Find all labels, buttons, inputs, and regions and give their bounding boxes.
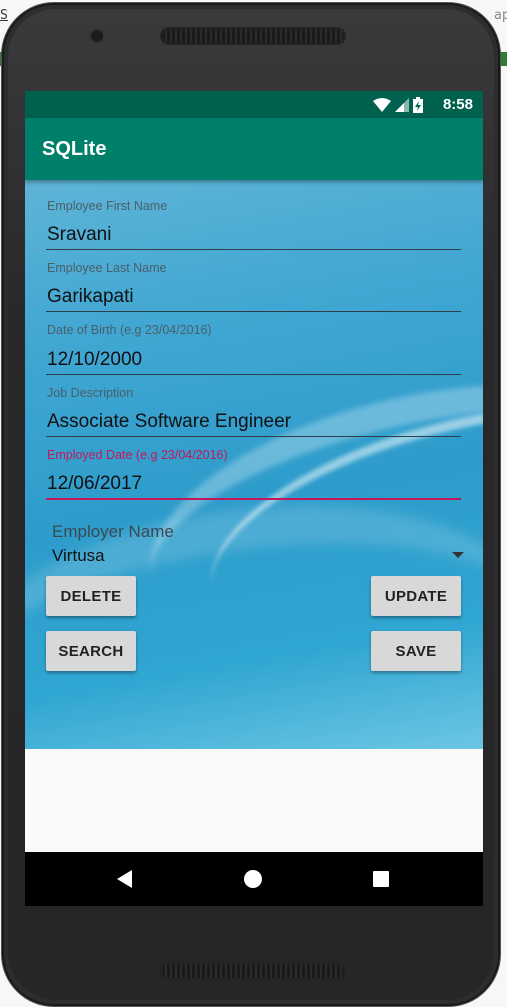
save-button[interactable]: SAVE (371, 631, 461, 671)
bottom-speaker-grille (162, 964, 344, 978)
back-icon[interactable] (116, 870, 134, 888)
front-camera (91, 30, 103, 42)
employer-spinner-value: Virtusa (52, 546, 105, 565)
background-marker (500, 52, 507, 66)
dob-underline (46, 374, 461, 375)
dob-input[interactable]: 12/10/2000 (47, 349, 142, 371)
status-icons (373, 96, 423, 114)
last-name-input[interactable]: Garikapati (47, 286, 134, 308)
employed-date-label: Employed Date (e.g 23/04/2016) (47, 448, 228, 462)
app-title: SQLite (42, 138, 107, 160)
first-name-input[interactable]: Sravani (47, 224, 111, 246)
navigation-bar (25, 852, 483, 906)
status-time: 8:58 (442, 96, 473, 113)
recents-icon[interactable] (373, 871, 389, 887)
signal-icon (395, 98, 409, 112)
background-text-fragment: ap (494, 8, 507, 23)
battery-charging-icon (413, 97, 423, 113)
dob-label: Date of Birth (e.g 23/04/2016) (47, 323, 212, 337)
first-name-label: Employee First Name (47, 199, 168, 213)
status-bar: 8:58 (25, 91, 483, 118)
job-description-label: Job Description (47, 386, 134, 400)
device-screen: 8:58 SQLite Employee First Name Sravani … (25, 91, 483, 906)
update-button[interactable]: UPDATE (371, 576, 461, 616)
phone-frame: 8:58 SQLite Employee First Name Sravani … (2, 3, 500, 1006)
job-description-input[interactable]: Associate Software Engineer (47, 411, 291, 433)
first-name-underline (46, 249, 461, 250)
employer-name-label: Employer Name (52, 522, 174, 541)
top-speaker-grille (162, 29, 344, 43)
app-bar: SQLite (25, 118, 483, 180)
last-name-label: Employee Last Name (47, 261, 167, 275)
employer-spinner[interactable]: Virtusa (46, 542, 464, 570)
dropdown-arrow-icon (452, 552, 464, 558)
delete-button[interactable]: DELETE (46, 576, 136, 616)
search-button[interactable]: SEARCH (46, 631, 136, 671)
wifi-icon (373, 98, 391, 112)
last-name-underline (46, 311, 461, 312)
employed-date-input[interactable]: 12/06/2017 (47, 473, 142, 495)
job-description-underline (46, 436, 461, 437)
home-icon[interactable] (244, 870, 262, 888)
form-container: Employee First Name Sravani Employee Las… (25, 180, 483, 749)
employed-date-underline (46, 498, 461, 500)
background-text-fragment: S (0, 8, 8, 23)
